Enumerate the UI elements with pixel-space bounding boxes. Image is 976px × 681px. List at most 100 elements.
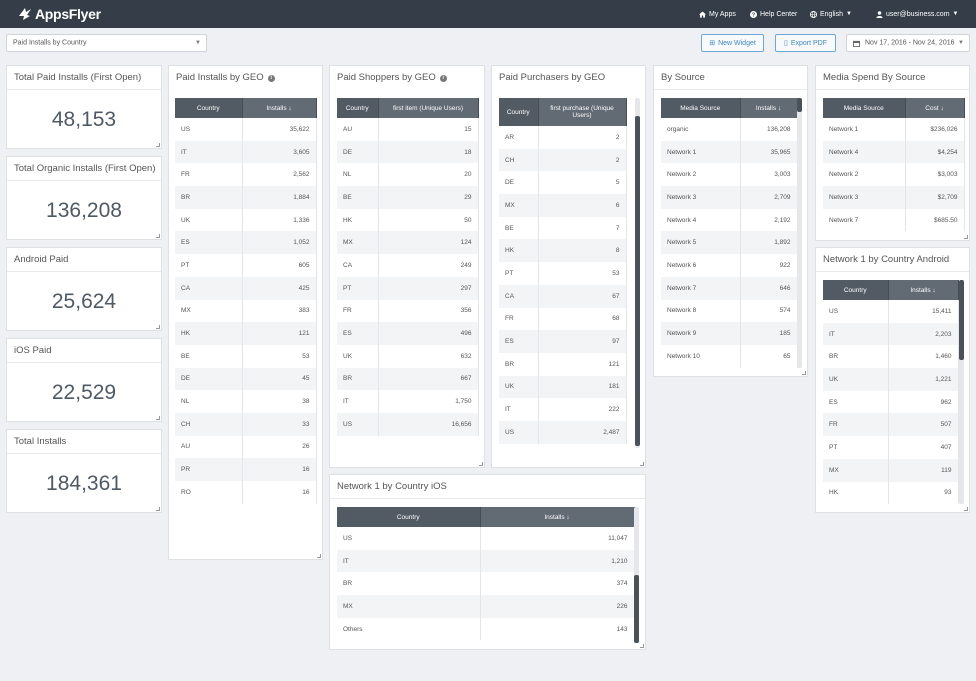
column-header-label[interactable]: Country <box>337 98 379 118</box>
info-icon[interactable]: i <box>267 75 275 82</box>
row-label-cell: US <box>337 412 379 436</box>
nav-my-apps[interactable]: My Apps <box>699 0 736 28</box>
row-value-cell: 507 <box>888 413 959 437</box>
row-label-cell: PT <box>499 262 539 285</box>
table-row: AU 15 <box>337 118 479 141</box>
widget-paid-purchasers-by-geo[interactable]: Paid Purchasers by GEO Country first purc… <box>491 65 646 468</box>
vertical-scrollbar[interactable] <box>635 98 640 448</box>
row-value-cell: 97 <box>538 330 627 353</box>
row-label-cell: Network 7 <box>823 208 906 232</box>
column-header-sortable[interactable]: first item (Unique Users) <box>378 98 479 118</box>
column-header-sortable[interactable]: Installs ↓ <box>480 507 635 527</box>
resize-handle[interactable] <box>640 644 644 648</box>
column-header-sortable[interactable]: first purchase (Unique Users) <box>538 98 627 126</box>
widget-title: Network 1 by Country iOS <box>337 481 447 492</box>
row-value-cell: 574 <box>740 299 798 323</box>
column-header-label[interactable]: Media Source <box>823 98 906 118</box>
row-label-cell: Network 4 <box>661 208 741 232</box>
table-row: UK 632 <box>337 344 479 368</box>
column-header-sortable[interactable]: Installs ↓ <box>888 280 959 300</box>
row-value-cell: 632 <box>378 344 479 368</box>
row-value-cell: 605 <box>242 254 317 277</box>
resize-handle[interactable] <box>156 325 160 329</box>
kpi-card-android-paid[interactable]: Android Paid 25,624 <box>6 247 162 331</box>
scrollbar-thumb[interactable] <box>959 280 964 360</box>
widget-paid-installs-by-geo[interactable]: Paid Installs by GEO i Country Installs ↓ U… <box>168 65 323 560</box>
export-pdf-button[interactable]: ▯ Export PDF <box>775 34 836 52</box>
resize-handle[interactable] <box>802 371 806 375</box>
column-header-label[interactable]: Country <box>499 98 539 126</box>
dashboard-select-value: Paid Installs by Country <box>13 39 87 47</box>
row-value-cell: 7 <box>538 216 627 240</box>
column-header-sortable[interactable]: Installs ↓ <box>740 98 798 118</box>
divider <box>7 271 161 272</box>
row-label-cell: BR <box>337 367 379 391</box>
row-label-cell: Network 1 <box>823 118 906 141</box>
row-label-cell: Network 10 <box>661 344 741 368</box>
row-label-cell: UK <box>175 208 243 232</box>
row-value-cell: 249 <box>378 254 479 277</box>
user-menu-dropdown[interactable]: user@business.com ▼ <box>876 0 958 28</box>
kpi-card-total-organic-installs[interactable]: Total Organic Installs (First Open) 136,… <box>6 156 162 240</box>
dashboard-select[interactable]: Paid Installs by Country ▼ <box>6 34 207 52</box>
widget-network1-by-country-android[interactable]: Network 1 by Country Android Country Inst… <box>815 247 970 513</box>
resize-handle[interactable] <box>964 235 968 239</box>
column-header-label[interactable]: Country <box>337 507 481 527</box>
row-label-cell: BR <box>499 352 539 376</box>
resize-handle[interactable] <box>156 507 160 511</box>
row-value-cell: $3,003 <box>905 163 965 187</box>
widget-by-source[interactable]: By Source Media Source Installs ↓ organic 1… <box>653 65 808 377</box>
scrollbar-thumb[interactable] <box>635 116 640 446</box>
row-label-cell: Network 3 <box>823 186 906 209</box>
table-row: IT 1,210 <box>337 549 635 573</box>
resize-handle[interactable] <box>640 462 644 466</box>
divider <box>816 89 969 90</box>
column-header-label[interactable]: Media Source <box>661 98 741 118</box>
column-header-label[interactable]: Country <box>823 280 889 300</box>
resize-handle[interactable] <box>317 554 321 558</box>
table-row: DE 18 <box>337 140 479 164</box>
row-label-cell: CH <box>175 412 243 436</box>
row-label-cell: UK <box>823 368 889 391</box>
table-row: IT 3,605 <box>175 140 317 164</box>
widget-media-spend-by-source[interactable]: Media Spend By Source Media Source Cost ↓… <box>815 65 970 241</box>
table-row: Network 4 2,192 <box>661 208 798 232</box>
table-header-row: Country Installs ↓ <box>337 507 635 527</box>
row-label-cell: AU <box>337 118 379 141</box>
kpi-card-total-paid-installs[interactable]: Total Paid Installs (First Open) 48,153 <box>6 65 162 149</box>
language-dropdown[interactable]: English ▼ <box>810 0 852 28</box>
widget-network1-by-country-ios[interactable]: Network 1 by Country iOS Country Installs… <box>329 474 646 650</box>
table-row: ES 496 <box>337 322 479 345</box>
table-row: Others 143 <box>337 617 635 641</box>
resize-handle[interactable] <box>156 234 160 238</box>
resize-handle[interactable] <box>964 507 968 511</box>
scrollbar-thumb[interactable] <box>797 98 802 112</box>
resize-handle[interactable] <box>479 462 483 466</box>
nav-help-center[interactable]: ? Help Center <box>750 0 797 28</box>
table-row: BE 29 <box>337 186 479 209</box>
widget-paid-shoppers-by-geo[interactable]: Paid Shoppers by GEO i Country first item … <box>329 65 485 468</box>
column-header-label[interactable]: Country <box>175 98 243 118</box>
scrollbar-thumb[interactable] <box>634 575 639 643</box>
date-range-picker[interactable]: Nov 17, 2016 - Nov 24, 2016 ▼ <box>846 34 970 52</box>
kpi-value: 184,361 <box>46 472 122 495</box>
row-value-cell: 16,656 <box>378 412 479 436</box>
vertical-scrollbar[interactable] <box>797 98 802 368</box>
kpi-card-total-installs[interactable]: Total Installs 184,361 <box>6 429 162 513</box>
new-widget-button[interactable]: ⊞ New Widget <box>701 34 764 52</box>
resize-handle[interactable] <box>156 416 160 420</box>
appsflyer-logo[interactable]: AppsFlyer <box>17 4 101 24</box>
kpi-card-ios-paid[interactable]: iOS Paid 22,529 <box>6 338 162 422</box>
info-icon[interactable]: i <box>439 75 447 82</box>
table-row: FR 507 <box>823 413 959 437</box>
paid-installs-geo-table: Country Installs ↓ US 35,622 IT 3,605 FR 2,562 B… <box>175 98 317 504</box>
vertical-scrollbar[interactable] <box>959 280 964 504</box>
row-label-cell: PT <box>823 436 889 459</box>
column-header-sortable[interactable]: Cost ↓ <box>905 98 965 118</box>
column-header-sortable[interactable]: Installs ↓ <box>242 98 317 118</box>
row-value-cell: 5 <box>538 171 627 195</box>
row-value-cell: 1,052 <box>242 231 317 255</box>
vertical-scrollbar[interactable] <box>634 507 639 643</box>
resize-handle[interactable] <box>156 143 160 147</box>
table-row: Network 6 922 <box>661 254 798 277</box>
